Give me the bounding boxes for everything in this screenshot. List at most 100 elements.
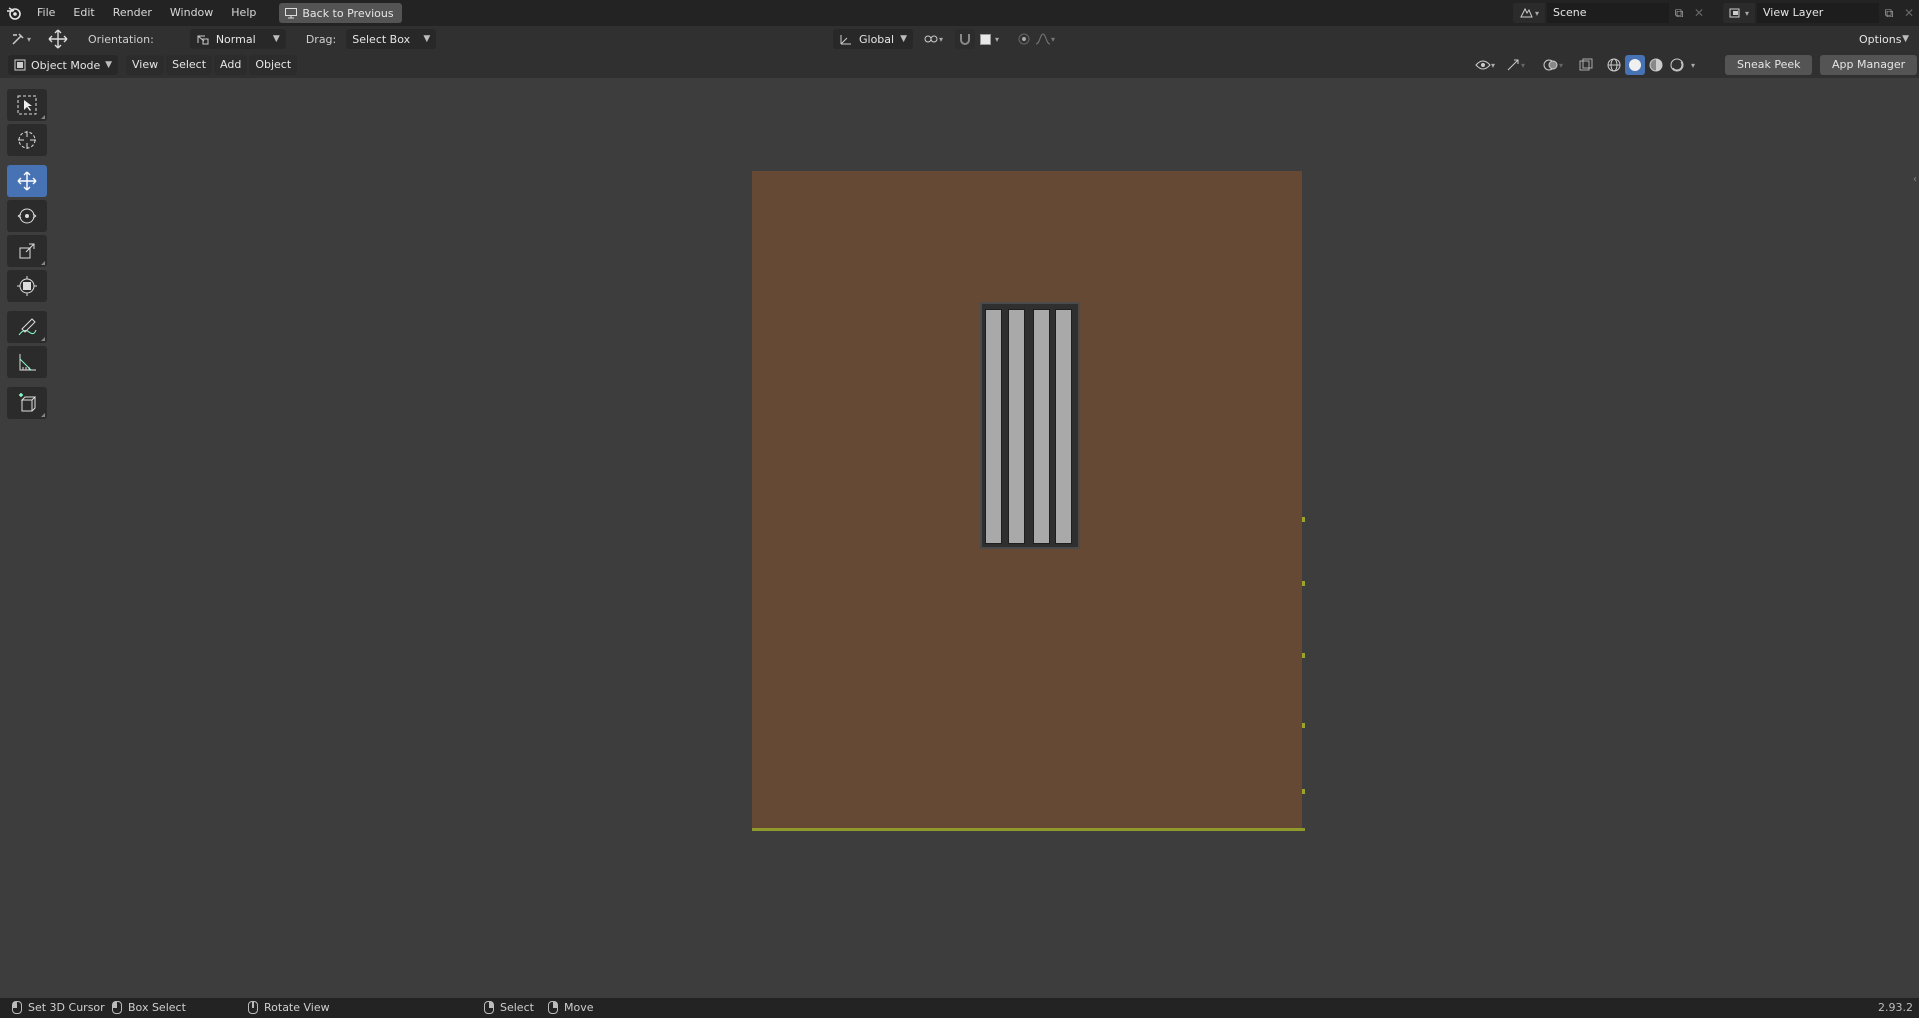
rendered-sphere-icon	[1670, 58, 1684, 72]
menu-file[interactable]: File	[28, 3, 64, 23]
xray-toggle[interactable]	[1576, 55, 1596, 75]
window-pane	[1055, 309, 1072, 544]
scene-name-field[interactable]: Scene	[1547, 3, 1669, 23]
eye-icon	[1475, 60, 1491, 70]
3d-cursor-icon	[18, 131, 36, 149]
options-label: Options	[1859, 32, 1902, 46]
menu-select[interactable]: Select	[166, 55, 213, 75]
overlays-toggle[interactable]: ▾	[1540, 55, 1566, 75]
shading-rendered-button[interactable]	[1667, 55, 1687, 75]
menu-object[interactable]: Object	[249, 55, 298, 75]
3d-viewport[interactable]: ‹	[0, 78, 1919, 998]
drag-label: Drag:	[305, 32, 337, 46]
view-layer-name-field[interactable]: View Layer	[1757, 3, 1879, 23]
tool-settings-header: ▾ Orientation: Normal ▼ Drag: Select Box…	[0, 26, 1919, 52]
status-box-select: Box Select	[112, 1001, 186, 1014]
status-rotate-view: Rotate View	[248, 1001, 330, 1014]
rotate-tool[interactable]	[7, 200, 47, 232]
transform-orientation-dropdown[interactable]: Global ▼	[833, 29, 913, 49]
delete-scene-icon[interactable]: ✕	[1689, 3, 1709, 23]
cursor-tool[interactable]	[7, 124, 47, 156]
proportional-editing-toggle[interactable]	[1014, 29, 1034, 49]
tool-variants-icon	[41, 115, 45, 119]
gizmo-icon	[1507, 59, 1519, 71]
mouse-right-drag-icon	[548, 1001, 558, 1014]
xray-icon	[1579, 58, 1593, 71]
add-cube-icon	[19, 393, 37, 412]
status-select: Select	[484, 1001, 534, 1014]
status-rotate-view-label: Rotate View	[264, 1001, 330, 1014]
measure-tool[interactable]	[7, 346, 47, 378]
scale-tool[interactable]	[7, 235, 47, 267]
menu-add[interactable]: Add	[214, 55, 248, 75]
delete-view-layer-icon[interactable]: ✕	[1899, 3, 1919, 23]
chevron-down-icon: ▼	[1902, 34, 1909, 44]
status-move: Move	[548, 1001, 594, 1014]
gizmo-toggle[interactable]: ▾	[1502, 55, 1528, 75]
back-to-previous-label: Back to Previous	[302, 6, 394, 20]
drag-dropdown[interactable]: Select Box ▼	[346, 29, 437, 49]
menu-edit[interactable]: Edit	[64, 3, 103, 23]
proportional-falloff-button[interactable]: ▾	[1032, 29, 1058, 49]
chevron-down-icon: ▾	[27, 34, 32, 44]
menu-view[interactable]: View	[126, 55, 165, 75]
move-icon	[48, 29, 68, 49]
mode-value: Object Mode	[31, 58, 101, 72]
new-scene-icon[interactable]: ⧉	[1669, 3, 1689, 23]
select-box-tool[interactable]	[7, 89, 47, 121]
blender-logo-icon[interactable]	[0, 0, 28, 26]
mouse-drag-icon	[112, 1001, 122, 1014]
mouse-left-icon	[12, 1001, 22, 1014]
pivot-point-button[interactable]: ▾	[920, 29, 946, 49]
visibility-button[interactable]: ▾	[1472, 55, 1498, 75]
window-pane	[985, 309, 1002, 544]
chevron-down-icon: ▼	[423, 34, 431, 44]
view-layer-selector-button[interactable]: ▾	[1723, 3, 1755, 23]
version-label: 2.93.2	[1878, 1001, 1913, 1014]
menu-help[interactable]: Help	[222, 3, 265, 23]
chevron-down-icon: ▼	[900, 34, 907, 44]
options-dropdown[interactable]: Options ▼	[1853, 29, 1915, 49]
chevron-down-icon: ▾	[1051, 34, 1056, 44]
scene-selector-button[interactable]: ▾	[1513, 3, 1545, 23]
status-box-select-label: Box Select	[128, 1001, 186, 1014]
add-cube-tool[interactable]	[7, 387, 47, 419]
shading-wireframe-button[interactable]	[1604, 55, 1624, 75]
sneak-peek-button[interactable]: Sneak Peek	[1725, 55, 1813, 75]
shading-options-button[interactable]: ▾	[1688, 55, 1698, 75]
menu-render[interactable]: Render	[104, 3, 161, 23]
drag-value: Select Box	[352, 32, 411, 46]
orientation-dropdown[interactable]: Normal ▼	[189, 29, 286, 49]
back-to-previous-button[interactable]: Back to Previous	[279, 3, 402, 23]
falloff-curve-icon	[1035, 33, 1051, 45]
chevron-down-icon: ▾	[995, 34, 1000, 44]
global-axes-icon	[840, 35, 851, 45]
new-view-layer-icon[interactable]: ⧉	[1879, 3, 1899, 23]
tool-variants-icon	[41, 337, 45, 341]
status-set-cursor-label: Set 3D Cursor	[28, 1001, 105, 1014]
overlays-icon	[1543, 59, 1558, 71]
orientation-value: Normal	[215, 32, 256, 46]
annotate-tool[interactable]	[7, 311, 47, 343]
transform-orientation-value: Global	[859, 32, 895, 46]
app-manager-button[interactable]: App Manager	[1820, 55, 1918, 75]
editor-type-button[interactable]: ▾	[8, 29, 34, 49]
mode-dropdown[interactable]: Object Mode ▼	[8, 55, 118, 75]
move-tool[interactable]	[7, 165, 47, 197]
snap-toggle[interactable]	[955, 29, 975, 49]
sidebar-toggle-icon[interactable]: ‹	[1913, 174, 1917, 185]
snap-target-button[interactable]: ▾	[977, 29, 1002, 49]
proportional-editing-icon	[1018, 33, 1030, 45]
material-sphere-icon	[1649, 58, 1663, 72]
object-mode-icon	[14, 59, 26, 71]
window-pane	[1008, 309, 1025, 544]
menu-window[interactable]: Window	[161, 3, 222, 23]
transform-tool[interactable]	[7, 270, 47, 302]
move-tool-indicator	[44, 29, 72, 49]
mouse-middle-icon	[248, 1001, 258, 1014]
rotate-icon	[17, 208, 37, 224]
chevron-down-icon: ▾	[1521, 60, 1526, 70]
window-mesh[interactable]	[980, 302, 1080, 549]
shading-material-button[interactable]	[1646, 55, 1666, 75]
shading-solid-button[interactable]	[1625, 55, 1646, 75]
